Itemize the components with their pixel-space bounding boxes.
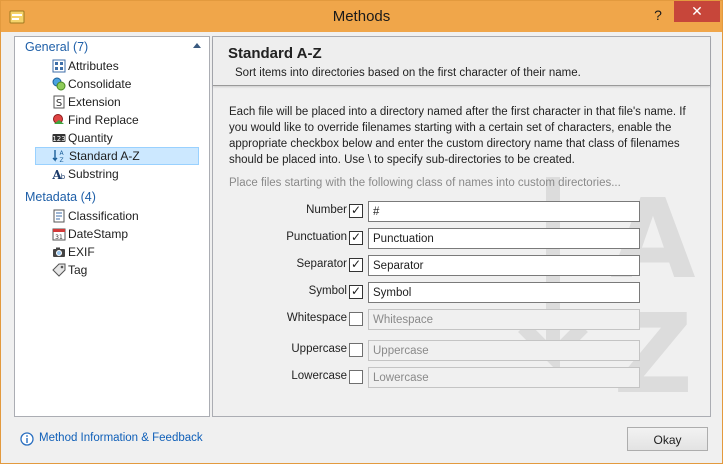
punctuation-directory-input[interactable]: [368, 228, 640, 249]
svg-text:123: 123: [52, 135, 65, 143]
check-icon: ✓: [351, 284, 362, 298]
sidebar-item-standard-az[interactable]: A Z Standard A-Z: [35, 147, 199, 165]
datestamp-icon: 31: [52, 228, 66, 241]
svg-text:Z: Z: [59, 157, 63, 163]
svg-text:S: S: [56, 98, 62, 109]
sidebar-item-label: Substring: [68, 167, 119, 181]
sidebar-item-label: Consolidate: [68, 77, 132, 91]
separator-checkbox[interactable]: ✓: [349, 257, 363, 272]
standard-az-icon: A Z: [52, 150, 64, 163]
consolidate-icon: [52, 77, 66, 91]
svg-text:b: b: [61, 173, 66, 181]
row-punctuation: Punctuation ✓: [213, 228, 710, 249]
sidebar-item-label: Classification: [68, 209, 139, 223]
row-label: Symbol: [308, 285, 347, 297]
tag-icon: [52, 263, 66, 277]
sidebar-item-tag[interactable]: Tag: [35, 261, 199, 279]
custom-directories-hint: Place files starting with the following …: [229, 177, 621, 189]
sidebar-group-general[interactable]: General (7): [15, 38, 209, 56]
symbol-directory-input[interactable]: [368, 282, 640, 303]
sidebar-item-quantity[interactable]: 123 Quantity: [35, 129, 199, 147]
whitespace-directory-input[interactable]: [368, 309, 640, 330]
sidebar-item-find-replace[interactable]: Find Replace: [35, 111, 199, 129]
uppercase-directory-input[interactable]: [368, 340, 640, 361]
symbol-checkbox[interactable]: ✓: [349, 284, 363, 299]
okay-button[interactable]: Okay: [627, 427, 708, 451]
sidebar-item-consolidate[interactable]: Consolidate: [35, 75, 199, 93]
sidebar-item-label: Standard A-Z: [69, 149, 140, 163]
sidebar-item-substring[interactable]: A b Substring: [35, 165, 199, 183]
find-replace-icon: [53, 114, 64, 124]
close-button[interactable]: ✕: [674, 1, 720, 22]
help-button[interactable]: ?: [649, 6, 667, 24]
row-uppercase: Uppercase: [213, 340, 710, 361]
check-icon: ✓: [351, 230, 362, 244]
row-number: Number ✓: [213, 201, 710, 222]
check-icon: ✓: [351, 257, 362, 271]
info-icon[interactable]: [20, 432, 34, 446]
collapse-caret-icon[interactable]: [193, 43, 201, 48]
sidebar-item-label: Find Replace: [68, 113, 139, 127]
quantity-icon: 123: [52, 134, 66, 143]
extension-icon: S: [53, 95, 65, 109]
punctuation-checkbox[interactable]: ✓: [349, 230, 363, 245]
title-bar[interactable]: Methods ? ✕: [1, 1, 722, 32]
method-description: Each file will be placed into a director…: [229, 106, 686, 166]
sidebar-item-extension[interactable]: S Extension: [35, 93, 199, 111]
lowercase-directory-input[interactable]: [368, 367, 640, 388]
row-label: Whitespace: [286, 312, 347, 324]
methods-sidebar: General (7) Attributes Consolidate S Ext: [14, 36, 210, 417]
sidebar-item-classification[interactable]: Classification: [35, 207, 199, 225]
sidebar-item-label: Tag: [68, 263, 88, 277]
sidebar-item-exif[interactable]: EXIF: [35, 243, 199, 261]
row-label: Punctuation: [286, 231, 347, 243]
svg-text:31: 31: [55, 234, 63, 241]
sidebar-item-attributes[interactable]: Attributes: [35, 57, 199, 75]
svg-text:A: A: [59, 150, 64, 157]
exif-icon: [53, 247, 65, 257]
window-title: Methods: [332, 8, 391, 25]
sidebar-item-datestamp[interactable]: 31 DateStamp: [35, 225, 199, 243]
attributes-icon: [52, 59, 66, 73]
uppercase-checkbox[interactable]: [349, 343, 363, 357]
sidebar-item-label: Quantity: [68, 131, 113, 145]
check-icon: ✓: [351, 203, 362, 217]
method-info-feedback-link[interactable]: Method Information & Feedback: [39, 432, 203, 444]
method-header: Standard A-Z Sort items into directories…: [213, 37, 710, 86]
sidebar-item-label: Attributes: [68, 59, 119, 73]
number-checkbox[interactable]: ✓: [349, 203, 363, 218]
row-label: Uppercase: [291, 343, 347, 355]
methods-window: Methods ? ✕ General (7) Attributes Conso…: [0, 0, 723, 464]
sidebar-group-label: Metadata (4): [25, 190, 96, 204]
whitespace-checkbox[interactable]: [349, 312, 363, 326]
row-label: Number: [306, 204, 347, 216]
sidebar-item-label: DateStamp: [68, 227, 129, 241]
sidebar-group-metadata[interactable]: Metadata (4): [15, 188, 209, 206]
number-directory-input[interactable]: [368, 201, 640, 222]
sidebar-item-label: EXIF: [68, 245, 95, 259]
classification-icon: [53, 209, 65, 223]
row-separator: Separator ✓: [213, 255, 710, 276]
method-title: Standard A-Z: [228, 45, 322, 62]
row-symbol: Symbol ✓: [213, 282, 710, 303]
sidebar-group-label: General (7): [25, 40, 89, 54]
row-label: Separator: [296, 258, 347, 270]
sidebar-item-label: Extension: [68, 95, 121, 109]
row-whitespace: Whitespace: [213, 309, 710, 330]
separator-directory-input[interactable]: [368, 255, 640, 276]
row-label: Lowercase: [291, 370, 347, 382]
substring-icon: A b: [52, 168, 66, 181]
method-subtitle: Sort items into directories based on the…: [235, 67, 581, 79]
method-settings-panel: Standard A-Z Sort items into directories…: [212, 36, 711, 417]
lowercase-checkbox[interactable]: [349, 370, 363, 384]
row-lowercase: Lowercase: [213, 367, 710, 388]
